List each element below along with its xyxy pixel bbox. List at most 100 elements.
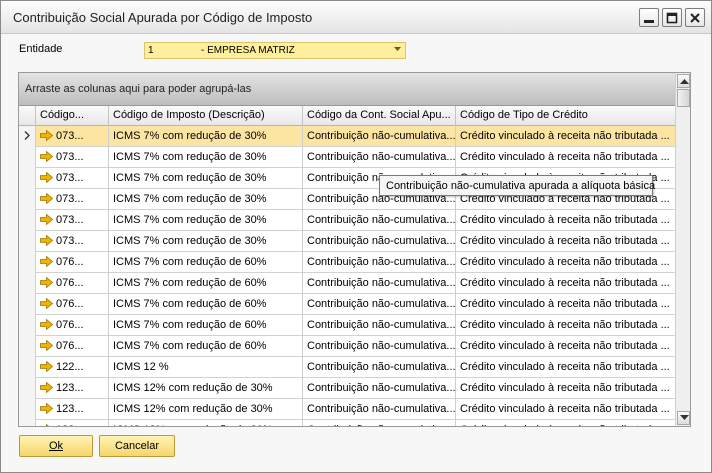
vertical-scrollbar[interactable]: [675, 73, 690, 426]
cell-code[interactable]: 076...: [36, 315, 109, 336]
column-header-social-contribution[interactable]: Código da Cont. Social Apu...: [303, 106, 456, 126]
cell-tax-description[interactable]: ICMS 7% com redução de 30%: [109, 231, 303, 252]
cell-tax-description[interactable]: ICMS 7% com redução de 60%: [109, 294, 303, 315]
row-selector[interactable]: [19, 273, 36, 294]
link-arrow-icon[interactable]: [40, 235, 53, 246]
cell-social-contribution[interactable]: Contribuição não-cumulativa...: [303, 273, 456, 294]
cell-credit-type[interactable]: Crédito vinculado à receita não tributad…: [456, 231, 675, 252]
link-arrow-icon[interactable]: [40, 172, 53, 183]
cell-tax-description[interactable]: ICMS 7% com redução de 60%: [109, 336, 303, 357]
row-selector[interactable]: [19, 420, 36, 426]
cell-social-contribution[interactable]: Contribuição não-cumulativa...: [303, 420, 456, 426]
link-arrow-icon[interactable]: [40, 298, 53, 309]
row-selector[interactable]: [19, 336, 36, 357]
cell-social-contribution[interactable]: Contribuição não-cumulativa...: [303, 357, 456, 378]
cell-tax-description[interactable]: ICMS 7% com redução de 30%: [109, 189, 303, 210]
cell-code[interactable]: 073...: [36, 147, 109, 168]
row-selector[interactable]: [19, 399, 36, 420]
scroll-thumb[interactable]: [677, 89, 690, 107]
close-button[interactable]: [685, 8, 705, 27]
cell-social-contribution[interactable]: Contribuição não-cumulativa...: [303, 294, 456, 315]
cell-social-contribution[interactable]: Contribuição não-cumulativa...: [303, 252, 456, 273]
cell-tax-description[interactable]: ICMS 7% com redução de 30%: [109, 210, 303, 231]
cell-credit-type[interactable]: Crédito vinculado à receita não tributad…: [456, 336, 675, 357]
scroll-up-button[interactable]: [677, 74, 690, 88]
cell-tax-description[interactable]: ICMS 7% com redução de 60%: [109, 252, 303, 273]
row-selector[interactable]: [19, 315, 36, 336]
group-by-area[interactable]: Arraste as colunas aqui para poder agrup…: [19, 73, 675, 106]
cell-tax-description[interactable]: ICMS 12 %: [109, 357, 303, 378]
cell-code[interactable]: 073...: [36, 126, 109, 147]
link-arrow-icon[interactable]: [40, 361, 53, 372]
cell-social-contribution[interactable]: Contribuição não-cumulativa...: [303, 315, 456, 336]
cell-code[interactable]: 123...: [36, 378, 109, 399]
cell-code[interactable]: 073...: [36, 231, 109, 252]
minimize-button[interactable]: [639, 8, 659, 27]
row-selector[interactable]: [19, 357, 36, 378]
table-row[interactable]: 122... ICMS 12 % Contribuição não-cumulati…: [19, 357, 675, 378]
table-row[interactable]: 123... ICMS 12% com redução de 30% Contrib…: [19, 420, 675, 427]
cell-code[interactable]: 076...: [36, 336, 109, 357]
table-row[interactable]: 076... ICMS 7% com redução de 60% Contribu…: [19, 252, 675, 273]
link-arrow-icon[interactable]: [40, 193, 53, 204]
row-selector[interactable]: [19, 147, 36, 168]
row-selector[interactable]: [19, 294, 36, 315]
cell-credit-type[interactable]: Crédito vinculado à receita não tributad…: [456, 126, 675, 147]
column-header-code[interactable]: Código...: [36, 106, 109, 126]
cell-credit-type[interactable]: Crédito vinculado à receita não tributad…: [456, 294, 675, 315]
row-selector[interactable]: [19, 126, 36, 147]
cell-credit-type[interactable]: Crédito vinculado à receita não tributad…: [456, 147, 675, 168]
cell-code[interactable]: 073...: [36, 210, 109, 231]
cell-credit-type[interactable]: Crédito vinculado à receita não tributad…: [456, 357, 675, 378]
cell-code[interactable]: 076...: [36, 294, 109, 315]
cell-tax-description[interactable]: ICMS 12% com redução de 30%: [109, 399, 303, 420]
link-arrow-icon[interactable]: [40, 277, 53, 288]
cell-credit-type[interactable]: Crédito vinculado à receita não tributad…: [456, 315, 675, 336]
link-arrow-icon[interactable]: [40, 256, 53, 267]
table-row[interactable]: 073... ICMS 7% com redução de 30% Contribu…: [19, 126, 675, 147]
table-row[interactable]: 073... ICMS 7% com redução de 30% Contribu…: [19, 231, 675, 252]
table-row[interactable]: 076... ICMS 7% com redução de 60% Contribu…: [19, 336, 675, 357]
cell-credit-type[interactable]: Crédito vinculado à receita não tributad…: [456, 273, 675, 294]
cell-tax-description[interactable]: ICMS 7% com redução de 60%: [109, 273, 303, 294]
table-row[interactable]: 123... ICMS 12% com redução de 30% Contrib…: [19, 399, 675, 420]
table-row[interactable]: 073... ICMS 7% com redução de 30% Contribu…: [19, 210, 675, 231]
cell-tax-description[interactable]: ICMS 7% com redução de 30%: [109, 147, 303, 168]
row-selector[interactable]: [19, 252, 36, 273]
cell-code[interactable]: 076...: [36, 252, 109, 273]
cell-credit-type[interactable]: Crédito vinculado à receita não tributad…: [456, 378, 675, 399]
cell-tax-description[interactable]: ICMS 7% com redução de 30%: [109, 126, 303, 147]
column-header-tax-description[interactable]: Código de Imposto (Descrição): [109, 106, 303, 126]
column-header-credit-type[interactable]: Código de Tipo de Crédito: [456, 106, 675, 126]
cell-credit-type[interactable]: Crédito vinculado à receita não tributad…: [456, 252, 675, 273]
cell-tax-description[interactable]: ICMS 7% com redução de 30%: [109, 168, 303, 189]
link-arrow-icon[interactable]: [40, 403, 53, 414]
table-row[interactable]: 076... ICMS 7% com redução de 60% Contribu…: [19, 273, 675, 294]
link-arrow-icon[interactable]: [40, 130, 53, 141]
cell-credit-type[interactable]: Crédito vinculado à receita não tributad…: [456, 399, 675, 420]
cell-code[interactable]: 076...: [36, 273, 109, 294]
ok-button[interactable]: Ok: [19, 435, 93, 457]
cell-social-contribution[interactable]: Contribuição não-cumulativa...: [303, 210, 456, 231]
cell-tax-description[interactable]: ICMS 7% com redução de 60%: [109, 315, 303, 336]
cell-code[interactable]: 073...: [36, 168, 109, 189]
row-selector[interactable]: [19, 231, 36, 252]
cell-code[interactable]: 123...: [36, 420, 109, 427]
link-arrow-icon[interactable]: [40, 319, 53, 330]
row-selector[interactable]: [19, 378, 36, 399]
cell-social-contribution[interactable]: Contribuição não-cumulativa...: [303, 126, 456, 147]
link-arrow-icon[interactable]: [40, 340, 53, 351]
cell-tax-description[interactable]: ICMS 12% com redução de 30%: [109, 420, 303, 426]
cell-tax-description[interactable]: ICMS 12% com redução de 30%: [109, 378, 303, 399]
link-arrow-icon[interactable]: [40, 214, 53, 225]
cell-social-contribution[interactable]: Contribuição não-cumulativa...: [303, 336, 456, 357]
maximize-button[interactable]: [662, 8, 682, 27]
cell-credit-type[interactable]: Crédito vinculado à receita não tributad…: [456, 420, 675, 426]
cell-social-contribution[interactable]: Contribuição não-cumulativa...: [303, 231, 456, 252]
link-arrow-icon[interactable]: [40, 424, 53, 427]
row-selector[interactable]: [19, 210, 36, 231]
table-row[interactable]: 076... ICMS 7% com redução de 60% Contribu…: [19, 294, 675, 315]
row-selector[interactable]: [19, 189, 36, 210]
cell-credit-type[interactable]: Crédito vinculado à receita não tributad…: [456, 210, 675, 231]
link-arrow-icon[interactable]: [40, 382, 53, 393]
